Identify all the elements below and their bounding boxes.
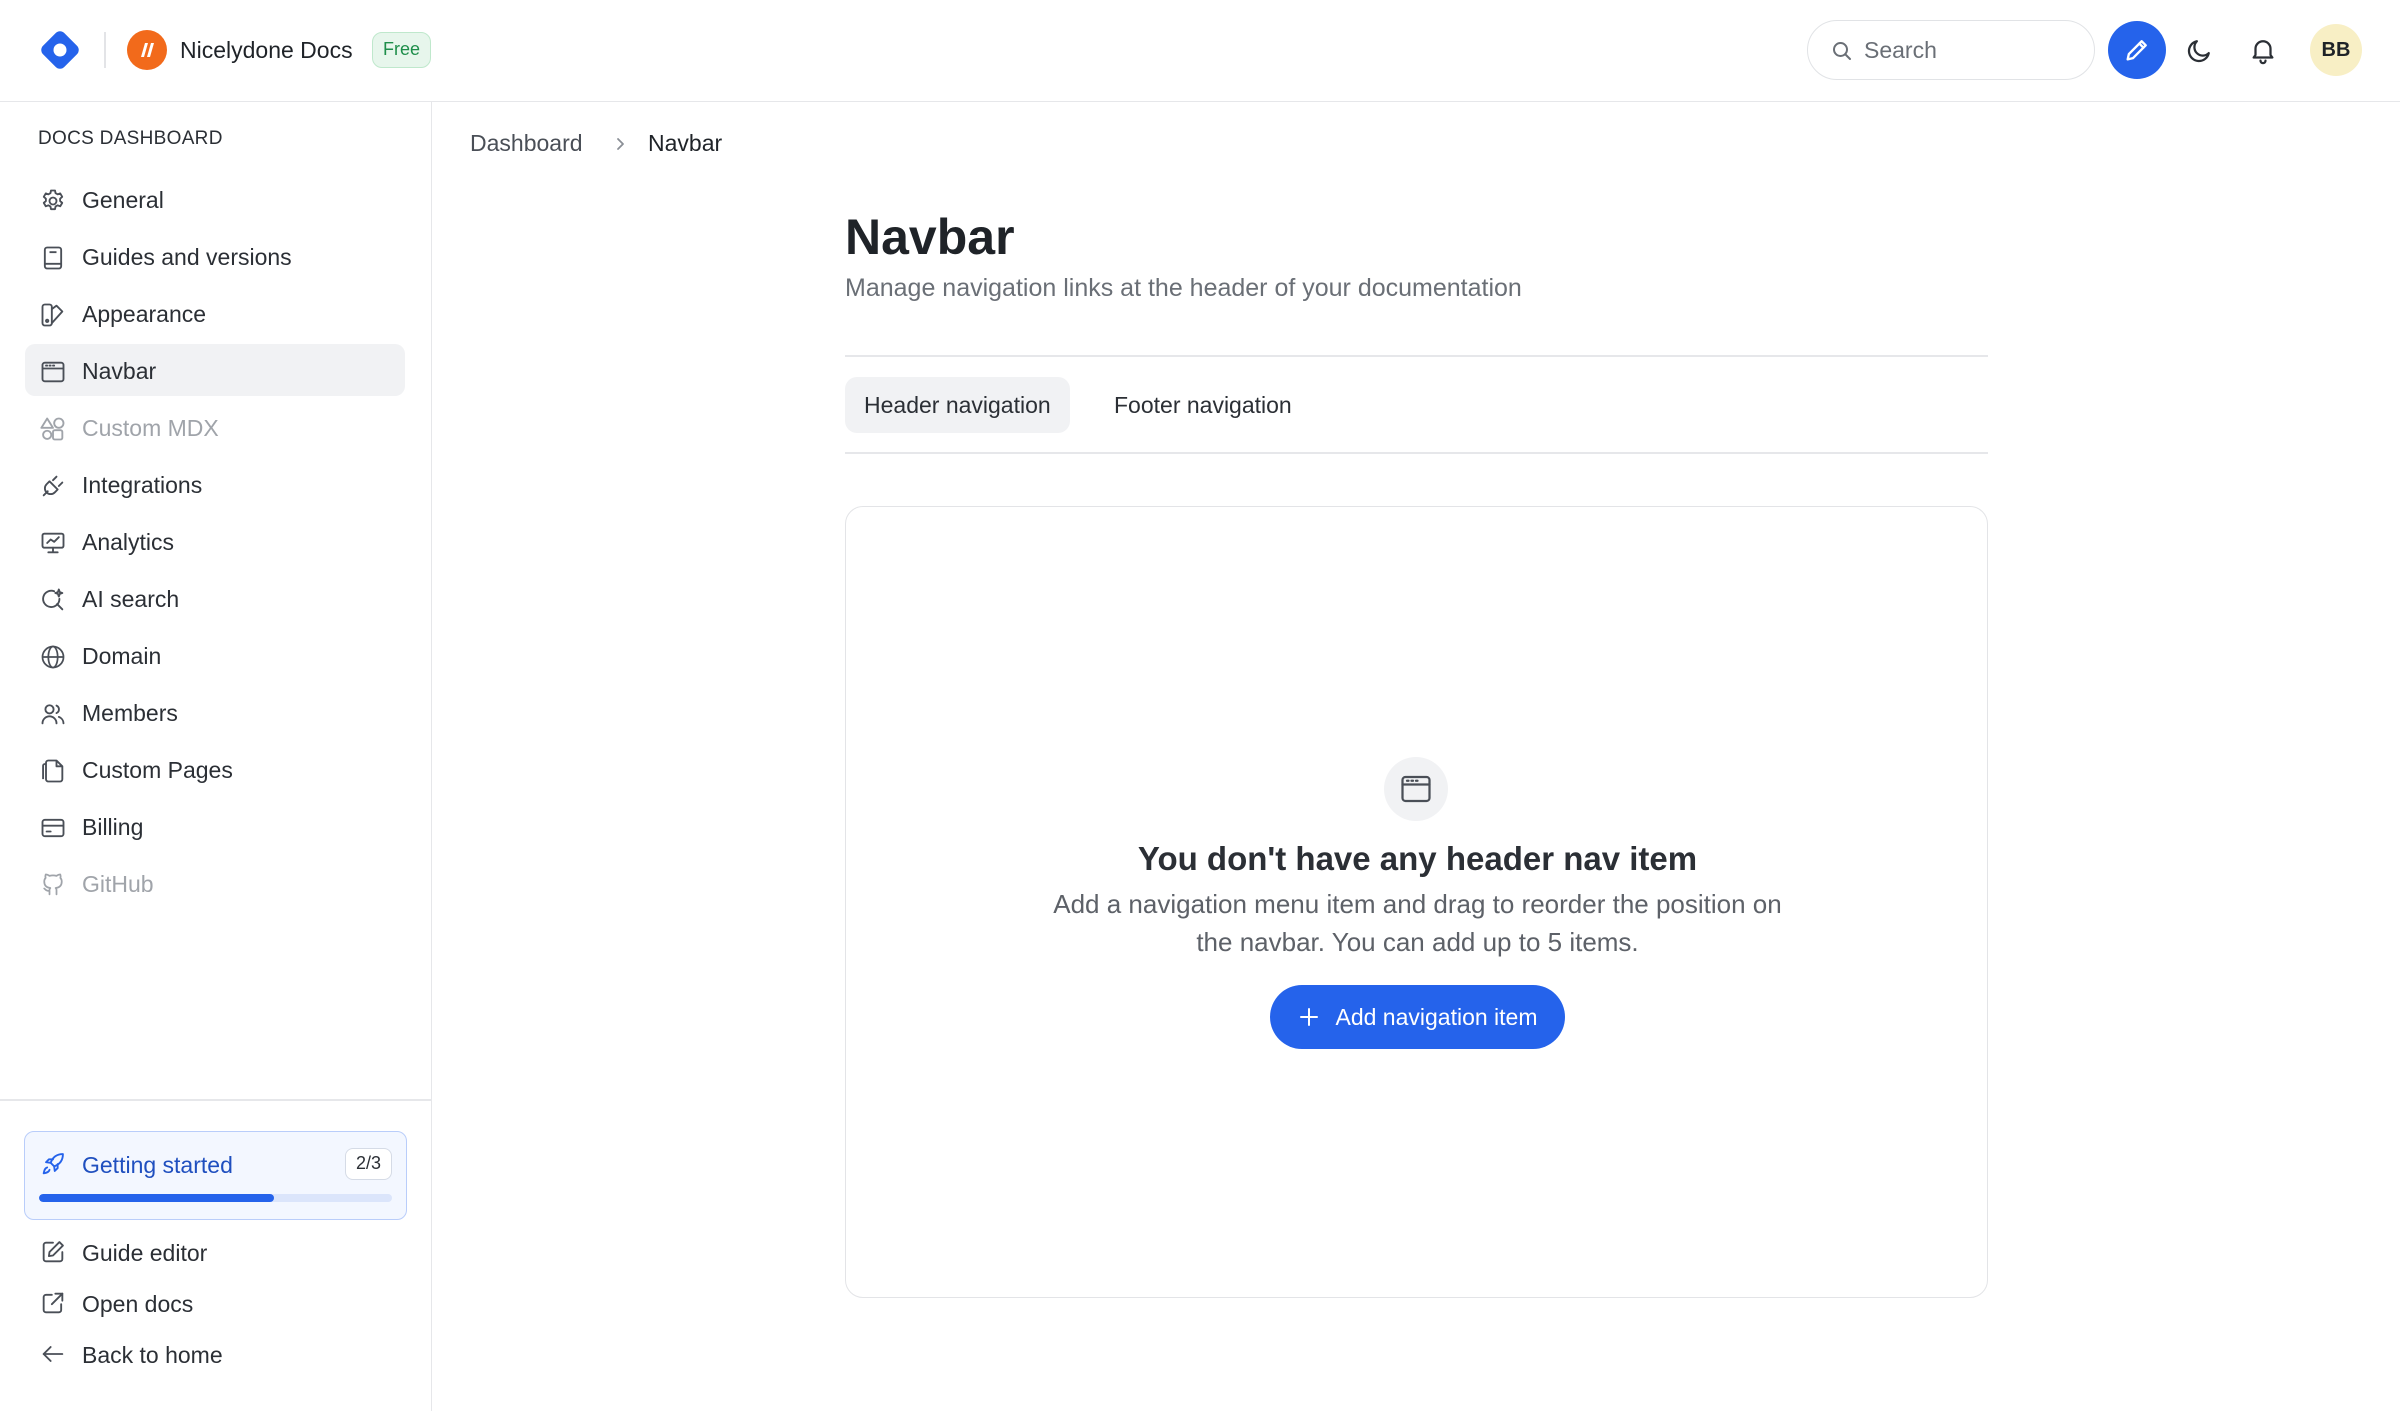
sidebar-item-label: Integrations: [82, 472, 203, 498]
search-box[interactable]: [1807, 20, 2095, 80]
sidebar-item-navbar[interactable]: Navbar: [25, 344, 405, 396]
chevron-right-icon: [610, 132, 630, 162]
open-docs-link[interactable]: Open docs: [25, 1280, 405, 1326]
page-subtitle: Manage navigation links at the header of…: [845, 274, 1522, 302]
breadcrumb-root[interactable]: Dashboard: [470, 130, 583, 157]
palette-icon: [41, 303, 64, 327]
sidebar-item-label: Guides and versions: [82, 244, 292, 270]
shapes-icon: [40, 417, 65, 441]
plan-badge: Free: [372, 32, 432, 68]
tab-header-navigation[interactable]: Header navigation: [845, 377, 1070, 433]
sidebar-item-appearance[interactable]: Appearance: [25, 287, 405, 339]
presentation-chart-icon: [41, 532, 65, 554]
sparkle-search-icon: [42, 588, 64, 611]
users-icon: [41, 704, 65, 725]
guide-editor-label: Guide editor: [82, 1240, 208, 1266]
project-logo-icon[interactable]: [127, 30, 167, 70]
sidebar-item-custom-pages[interactable]: Custom Pages: [25, 743, 405, 795]
files-icon: [42, 759, 64, 783]
dark-mode-toggle[interactable]: [2180, 30, 2220, 70]
sidebar-item-integrations[interactable]: Integrations: [25, 458, 405, 510]
sidebar-item-label: Custom MDX: [82, 415, 219, 441]
sidebar-item-domain[interactable]: Domain: [25, 629, 405, 681]
notifications-button[interactable]: [2243, 30, 2283, 70]
rocket-icon: [42, 1153, 64, 1175]
bell-icon: [2252, 40, 2274, 65]
search-input[interactable]: [1864, 33, 2074, 67]
page-title: Navbar: [845, 209, 1015, 265]
sidebar-divider: [0, 1099, 432, 1101]
sidebar-item-ai-search[interactable]: AI search: [25, 572, 405, 624]
sidebar-item-label: Analytics: [82, 529, 175, 555]
edit-square-icon: [42, 1241, 64, 1263]
breadcrumb-current: Navbar: [648, 130, 723, 156]
getting-started-card[interactable]: Getting started 2/3: [24, 1131, 407, 1220]
sidebar-item-label: GitHub: [82, 871, 154, 897]
credit-card-icon: [41, 818, 65, 838]
plus-icon: [1300, 1008, 1319, 1026]
tabs-divider: [845, 452, 1988, 454]
getting-started-progress-fill: [39, 1194, 275, 1202]
empty-state-icon-wrap: [1384, 757, 1448, 821]
add-navigation-item-label: Add navigation item: [1335, 1003, 1538, 1030]
sidebar-item-general[interactable]: General: [25, 173, 405, 225]
getting-started-count: 2/3: [344, 1148, 392, 1180]
header-divider: [104, 32, 106, 68]
plug-icon: [42, 475, 64, 497]
open-docs-label: Open docs: [82, 1291, 194, 1317]
book-icon: [43, 246, 63, 270]
sidebar-item-label: Appearance: [82, 301, 207, 327]
edit-button[interactable]: [2108, 21, 2166, 79]
sidebar-item-members[interactable]: Members: [25, 686, 405, 738]
back-to-home-link[interactable]: Back to home: [25, 1331, 405, 1377]
sidebar-item-custom-mdx[interactable]: Custom MDX: [25, 401, 405, 453]
top-bar: Nicelydone Docs Free BB: [0, 0, 2400, 102]
back-to-home-label: Back to home: [82, 1342, 223, 1368]
empty-state-card: You don't have any header nav item Add a…: [845, 506, 1988, 1298]
divider: [845, 355, 1988, 357]
moon-icon: [2187, 40, 2210, 63]
app-logo-icon[interactable]: [36, 26, 84, 74]
sidebar-item-github[interactable]: GitHub: [25, 857, 405, 909]
sidebar-item-billing[interactable]: Billing: [25, 800, 405, 852]
project-name[interactable]: Nicelydone Docs: [180, 36, 353, 64]
gear-icon: [42, 189, 64, 211]
browser-icon: [41, 361, 65, 383]
sidebar-item-label: Members: [82, 700, 178, 726]
sidebar-item-analytics[interactable]: Analytics: [25, 515, 405, 567]
empty-state-description: Add a navigation menu item and drag to r…: [1053, 889, 1782, 957]
empty-state-title: You don't have any header nav item: [1137, 840, 1698, 877]
sidebar-item-label: General: [82, 187, 164, 213]
arrow-left-icon: [42, 1346, 64, 1362]
browser-icon: [1401, 775, 1431, 803]
sidebar-heading: DOCS DASHBOARD: [38, 128, 223, 149]
getting-started-label: Getting started: [82, 1152, 233, 1178]
sidebar-item-label: Navbar: [82, 358, 157, 384]
pencil-icon: [2126, 40, 2147, 61]
tab-footer-navigation[interactable]: Footer navigation: [1095, 377, 1311, 433]
sidebar-item-label: Domain: [82, 643, 162, 669]
sidebar-item-label: Billing: [82, 814, 144, 840]
globe-www-icon: [41, 645, 65, 669]
getting-started-progress: [39, 1194, 392, 1202]
external-link-icon: [42, 1292, 64, 1314]
sidebar-item-label: AI search: [82, 586, 180, 612]
github-icon: [43, 873, 63, 896]
sidebar: DOCS DASHBOARD General Guides and versio…: [0, 102, 432, 1411]
guide-editor-link[interactable]: Guide editor: [25, 1229, 405, 1275]
sidebar-item-guides-and-versions[interactable]: Guides and versions: [25, 230, 405, 282]
sidebar-item-label: Custom Pages: [82, 757, 233, 783]
avatar[interactable]: BB: [2310, 24, 2362, 76]
add-navigation-item-button[interactable]: Add navigation item: [1270, 985, 1565, 1049]
search-icon: [1833, 42, 1851, 60]
